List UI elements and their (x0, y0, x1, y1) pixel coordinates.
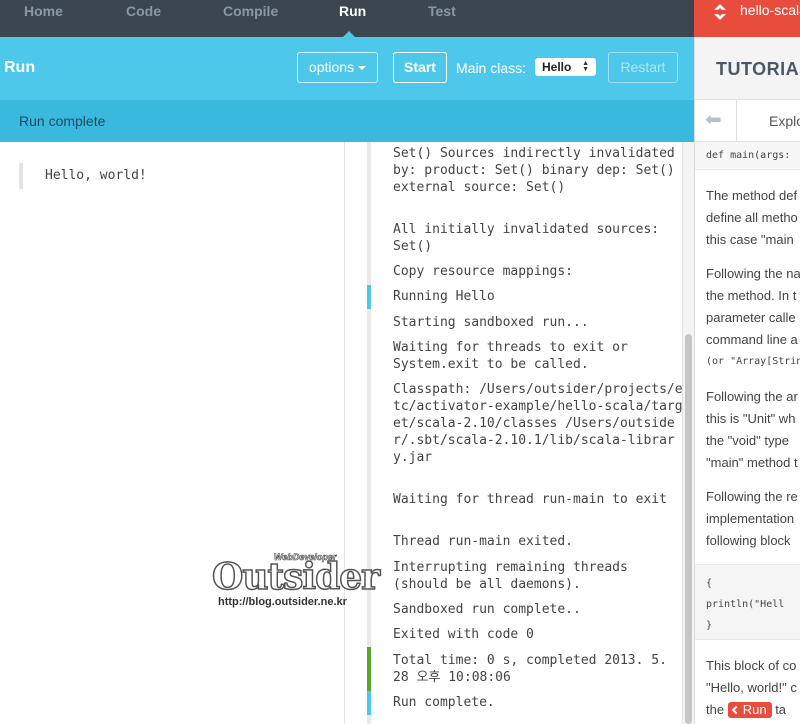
tutorial-title: TUTORIAL (716, 59, 800, 79)
log-info-marker (367, 691, 371, 715)
log-entry: Classpath: /Users/outsider/projects/etc/… (393, 382, 683, 465)
nav-tab-code[interactable]: Code (126, 0, 161, 37)
log-info-marker (367, 285, 371, 309)
log-scrollbar-thumb[interactable] (685, 334, 692, 724)
tutorial-text-line: implementation (706, 511, 795, 526)
run-status-bar: Run complete (0, 100, 694, 142)
status-text: Run complete (19, 113, 106, 129)
run-tab-link[interactable]: Run (727, 702, 772, 718)
tutorial-section-label[interactable]: Explo (769, 113, 800, 129)
tutorial-code-snippet: def main(args: (695, 142, 800, 170)
tutorial-panel: TUTORIAL ⬅ Explo def main(args: The meth… (694, 37, 800, 724)
options-label: options (308, 59, 355, 75)
tutorial-text-line: the method. In t (706, 288, 797, 303)
output-line: Hello, world! (19, 163, 147, 189)
page-title: Run (4, 59, 36, 76)
tutorial-text-line: "main" method t (706, 455, 798, 470)
main-class-value: Hello (542, 60, 572, 74)
tutorial-text-line: define all metho (706, 210, 798, 225)
tutorial-text-line: This block of co (706, 658, 797, 673)
tutorial-text-line: command line a (706, 332, 798, 347)
tutorial-text-line: (or "Array[Strin (706, 356, 800, 367)
main-class-label: Main class: (456, 60, 527, 76)
log-entry: Run complete. (393, 695, 495, 710)
code-line: def main(args: (706, 150, 791, 161)
log-entry: Waiting for thread run-main to exit (393, 492, 667, 507)
log-entry: Total time: 0 s, completed 2013. 5. 28 오… (393, 653, 675, 685)
tutorial-text-line: Following the na (706, 266, 800, 281)
activator-logo-icon (714, 4, 726, 20)
log-entry: All initially invalidated sources: Set() (393, 222, 667, 254)
tutorial-body: def main(args: The method def define all… (695, 142, 800, 724)
arrow-left-icon: ⬅ (705, 109, 722, 131)
restart-button[interactable]: Restart (608, 52, 678, 83)
watermark-title: Outsider (211, 555, 381, 599)
select-arrows-icon: ▲ ▼ (582, 60, 589, 73)
watermark-url: http://blog.outsider.ne.kr (218, 596, 347, 608)
tutorial-text-fragment: the (706, 702, 725, 717)
main-class-select[interactable]: Hello ▲ ▼ (535, 58, 596, 76)
options-button[interactable]: options (297, 52, 378, 83)
log-entry: Waiting for threads to exit or System.ex… (393, 340, 636, 372)
tutorial-text-line: the "void" type (706, 433, 789, 448)
run-log-pane[interactable]: Set() Sources indirectly invalidated by:… (345, 142, 694, 724)
code-line: { (706, 578, 713, 589)
caret-down-icon (358, 66, 367, 71)
tutorial-text-line: "Hello, world!" c (706, 680, 797, 695)
tutorial-header: TUTORIAL (695, 37, 800, 100)
nav-tab-compile[interactable]: Compile (223, 0, 278, 37)
log-success-marker (367, 647, 371, 691)
nav-tab-home[interactable]: Home (24, 0, 63, 37)
log-entry: Exited with code 0 (393, 627, 534, 642)
tutorial-nav: ⬅ Explo (695, 100, 800, 142)
code-line: println("Hell (706, 599, 785, 610)
project-name: hello-scala (740, 2, 800, 18)
program-output-pane: Hello, world! (0, 142, 345, 724)
log-entry: Set() Sources indirectly invalidated by:… (393, 146, 683, 195)
tutorial-text-line: parameter calle (706, 310, 796, 325)
log-entry: Interrupting remaining threads (should b… (393, 560, 636, 592)
tutorial-text-line: the Run ta (706, 699, 786, 721)
code-line: } (706, 620, 713, 631)
log-gutter (367, 142, 371, 724)
tutorial-text-line: this case "main (706, 232, 794, 247)
log-entry: Sandboxed run complete.. (393, 602, 581, 617)
chevron-left-icon (731, 705, 740, 715)
tutorial-text-line: following block (706, 533, 791, 548)
nav-tab-test[interactable]: Test (428, 0, 456, 37)
tutorial-text-fragment: ta (775, 702, 787, 717)
tutorial-text-line: this is "Unit" wh (706, 411, 796, 426)
tutorial-code-block: { println("Hell } (695, 564, 800, 640)
tutorial-text-line: The method def (706, 188, 798, 203)
start-button[interactable]: Start (393, 52, 447, 83)
log-entry: Starting sandboxed run... (393, 315, 589, 330)
watermark-logo: WebDeveloper Outsider http://blog.outsid… (211, 552, 381, 612)
top-navigation: Home Code Compile Run Test (0, 0, 694, 37)
run-toolbar: Run options Start Main class: Hello ▲ ▼ R… (0, 37, 694, 100)
project-header[interactable]: hello-scala (694, 0, 800, 37)
log-entry: Copy resource mappings: (393, 264, 574, 279)
tutorial-text-line: Following the ar (706, 389, 798, 404)
run-tab-link-label: Run (742, 702, 767, 717)
log-entry: Thread run-main exited. (393, 534, 574, 549)
log-entry: Running Hello (393, 289, 495, 304)
tutorial-text-line: Following the re (706, 489, 798, 504)
tutorial-back-button[interactable]: ⬅ (695, 100, 737, 142)
